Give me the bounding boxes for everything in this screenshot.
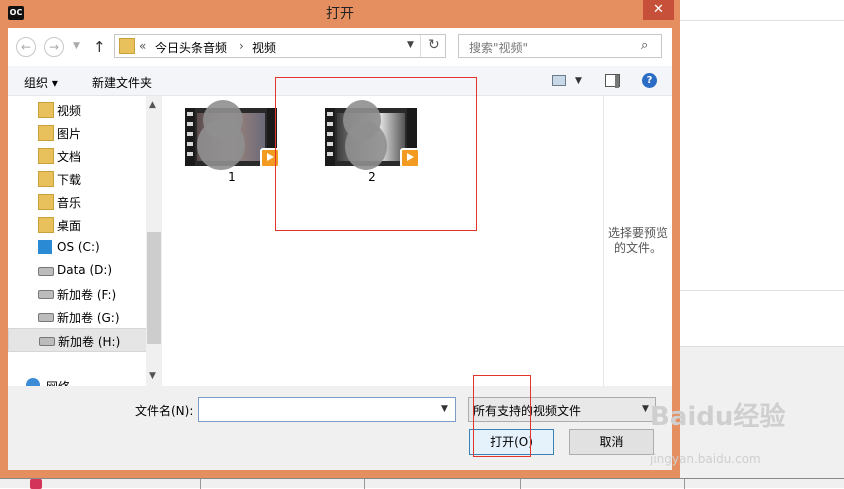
file-name[interactable]: 1 xyxy=(212,170,252,184)
sidebar-item-label: 新加卷 (F:) xyxy=(57,288,117,302)
sidebar-item-pictures[interactable]: 图片 xyxy=(8,121,146,143)
sidebar-item-music[interactable]: 音乐 xyxy=(8,190,146,212)
taskbar-strip xyxy=(0,478,844,489)
sidebar-item-label: 新加卷 (G:) xyxy=(57,311,120,325)
divider xyxy=(680,290,844,291)
video-folder-icon xyxy=(38,102,54,118)
divider xyxy=(420,35,421,57)
sidebar-item-network[interactable]: 网络 xyxy=(8,374,146,386)
pictures-folder-icon xyxy=(38,125,54,141)
scroll-down-icon[interactable]: ▼ xyxy=(149,371,156,381)
sidebar-item-drive-f[interactable]: 新加卷 (F:) xyxy=(8,282,146,304)
address-bar[interactable]: « 今日头条音频 › 视频 ▼ ↻ xyxy=(114,34,446,58)
title-bar[interactable]: OC 打开 ✕ xyxy=(0,0,680,28)
desktop-folder-icon xyxy=(38,217,54,233)
cancel-button[interactable]: 取消 xyxy=(569,429,654,455)
breadcrumb-item[interactable]: 今日头条音频 xyxy=(155,39,227,56)
folder-icon xyxy=(119,38,135,54)
search-input[interactable]: 搜索"视频" ⌕ xyxy=(458,34,662,58)
sidebar-item-label: 视频 xyxy=(57,104,82,118)
sidebar-item-drive-c[interactable]: OS (C:) xyxy=(8,236,146,258)
organize-menu-button[interactable]: 组织 ▾ xyxy=(24,74,58,91)
sidebar-item-desktop[interactable]: 桌面 xyxy=(8,213,146,235)
sidebar-item-drive-h[interactable]: 新加卷 (H:) xyxy=(8,328,148,352)
sidebar-item-videos[interactable]: 视频 xyxy=(8,98,146,120)
sidebar-item-label: OS (C:) xyxy=(57,240,100,254)
recent-locations-chevron-icon[interactable]: ▼ xyxy=(73,41,80,51)
breadcrumb-item[interactable]: 视频 xyxy=(252,39,276,56)
network-icon xyxy=(26,378,40,386)
preview-text-line: 的文件。 xyxy=(613,241,662,255)
navigation-pane: 视频 图片 文档 下载 音乐 桌面 OS (C:) Data (D:) 新加卷 … xyxy=(8,96,162,386)
highlight-box-open-button xyxy=(473,375,531,457)
sidebar-item-label: 文档 xyxy=(57,150,82,164)
filename-input[interactable]: ▼ xyxy=(198,397,456,422)
preview-pane-toggle-icon[interactable] xyxy=(605,74,620,88)
drive-icon xyxy=(38,290,54,299)
divider xyxy=(680,20,844,21)
sidebar-item-drive-d[interactable]: Data (D:) xyxy=(8,259,146,281)
drive-icon xyxy=(38,313,54,322)
sidebar-item-label: Data (D:) xyxy=(57,263,113,277)
preview-placeholder: 选择要预览 的文件。 xyxy=(604,226,672,256)
sidebar-item-label: 图片 xyxy=(57,127,82,141)
sidebar-item-label: 音乐 xyxy=(57,196,82,210)
address-dropdown-chevron-icon[interactable]: ▼ xyxy=(407,40,414,50)
sidebar-item-label: 新加卷 (H:) xyxy=(58,335,121,349)
drive-icon xyxy=(39,337,55,346)
new-folder-button[interactable]: 新建文件夹 xyxy=(92,74,152,91)
search-icon: ⌕ xyxy=(641,38,649,53)
view-options-icon[interactable] xyxy=(552,75,566,86)
refresh-icon[interactable]: ↻ xyxy=(428,37,440,53)
documents-folder-icon xyxy=(38,148,54,164)
filename-dropdown-chevron-icon[interactable]: ▼ xyxy=(441,404,448,414)
sidebar-item-label: 下载 xyxy=(57,173,82,187)
sidebar-item-downloads[interactable]: 下载 xyxy=(8,167,146,189)
music-folder-icon xyxy=(38,194,54,210)
filename-label: 文件名(N): xyxy=(135,404,194,418)
breadcrumb-overflow[interactable]: « xyxy=(139,39,146,53)
file-type-chevron-icon[interactable]: ▼ xyxy=(642,404,649,414)
watermark-logo: Baidu经验 xyxy=(650,402,786,432)
sidebar-item-label: 网络 xyxy=(46,378,70,386)
drive-icon xyxy=(38,267,54,276)
breadcrumb-separator-icon[interactable]: › xyxy=(239,39,244,53)
back-button[interactable]: ← xyxy=(16,37,36,57)
up-button[interactable]: ↑ xyxy=(93,38,106,56)
dialog-title: 打开 xyxy=(326,6,354,22)
windows-drive-icon xyxy=(38,240,52,254)
sidebar-item-drive-g[interactable]: 新加卷 (G:) xyxy=(8,305,146,327)
close-button[interactable]: ✕ xyxy=(643,0,674,20)
video-file-thumbnail[interactable] xyxy=(185,100,280,170)
blur-mask xyxy=(197,120,245,170)
scroll-up-icon[interactable]: ▲ xyxy=(149,100,156,110)
view-dropdown-chevron-icon[interactable]: ▼ xyxy=(575,76,582,86)
forward-button[interactable]: → xyxy=(44,37,64,57)
search-placeholder: 搜索"视频" xyxy=(469,41,529,55)
highlight-box-files xyxy=(275,77,477,231)
sidebar-item-label: 桌面 xyxy=(57,219,82,233)
sidebar-item-documents[interactable]: 文档 xyxy=(8,144,146,166)
preview-text-line: 选择要预览 xyxy=(607,226,668,240)
watermark-url: jingyan.baidu.com xyxy=(650,452,761,466)
sidebar-scroll-thumb[interactable] xyxy=(147,232,161,344)
downloads-folder-icon xyxy=(38,171,54,187)
help-icon[interactable]: ? xyxy=(642,73,657,88)
